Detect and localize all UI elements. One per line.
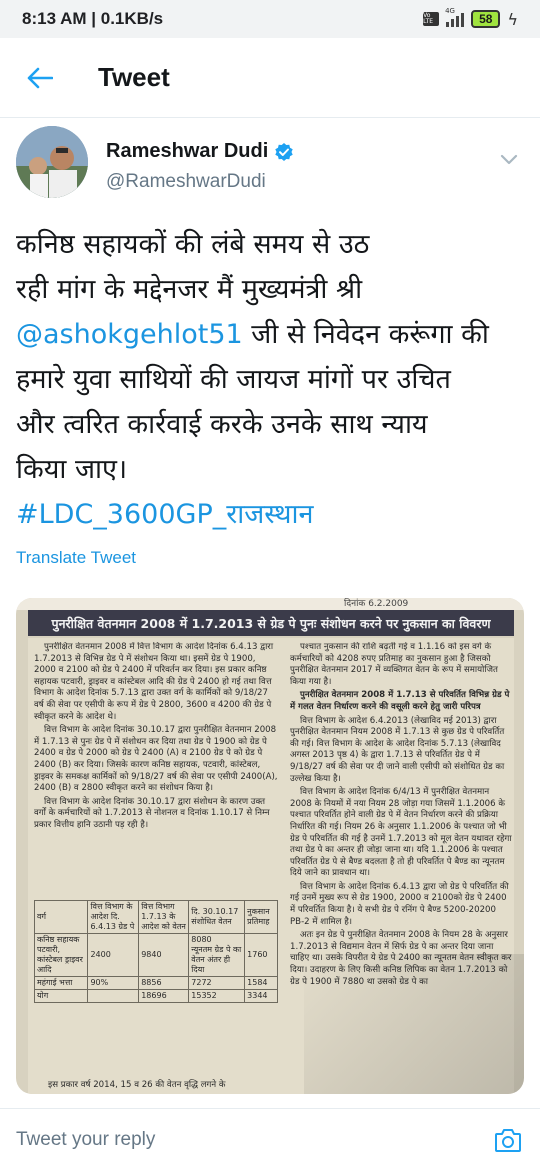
mention-link[interactable]: @ashokgehlot51: [16, 319, 243, 350]
table-cell: महंगाई भत्ता: [33, 976, 89, 990]
table-header: नुकसान प्रतिमाह: [244, 900, 278, 934]
volte-icon: Vo LTE: [423, 12, 440, 26]
newspaper-top-strip: दिनांक 6.2.2009: [16, 598, 524, 610]
hashtag-link[interactable]: #LDC_3600GP_राजस्थान: [16, 492, 528, 537]
camera-icon: [495, 1128, 521, 1152]
table-row: योग 18696 15352 3344: [33, 989, 278, 1003]
table-cell: 7272: [188, 976, 246, 990]
avatar[interactable]: [16, 126, 88, 198]
table-cell: 1760: [244, 933, 278, 977]
table-row: महंगाई भत्ता 90% 8856 7272 1584: [33, 976, 278, 990]
reply-bar: [0, 1108, 540, 1170]
camera-button[interactable]: [492, 1124, 524, 1156]
tweet-text: कनिष्ठ सहायकों की लंबे समय से उठ रही मां…: [16, 222, 528, 537]
table-cell: कनिष्ठ सहायक पटवारी, कांस्टेबल ड्राइवर आ…: [33, 933, 89, 977]
newspaper-paragraph: वित्त विभाग के आदेश दिनांक 6/4/13 में पु…: [290, 787, 512, 879]
table-cell: 3344: [244, 989, 278, 1003]
page-title: Tweet: [98, 62, 170, 92]
newspaper-paragraph: पुनरीक्षित वेतनमान 2008 में वित्त विभाग …: [34, 642, 274, 722]
table-cell: 18696: [138, 989, 190, 1003]
table-cell: 1584: [244, 976, 278, 990]
battery-level: 58: [479, 12, 493, 26]
tweet-image[interactable]: दिनांक 6.2.2009 पुनरीक्षित वेतनमान 2008 …: [16, 598, 524, 1094]
back-arrow-icon: [27, 67, 53, 88]
status-icons: Vo LTE 4G 58 ϟ: [423, 7, 518, 29]
table-cell: योग: [33, 989, 89, 1003]
tweet-line: और त्वरित कार्रवाई करके उनके साथ न्याय: [16, 409, 428, 440]
tweet-line: @ashokgehlot51 जी से निवेदन करूंगा की: [16, 312, 528, 357]
signal-icon: 4G: [445, 7, 465, 27]
table-row: कनिष्ठ सहायक पटवारी, कांस्टेबल ड्राइवर आ…: [33, 933, 278, 977]
table-cell: 15352: [188, 989, 246, 1003]
table-cell: 8856: [138, 976, 190, 990]
newspaper-paragraph: वित्त विभाग के आदेश दिनांक 30.10.17 द्वा…: [34, 725, 278, 794]
newspaper-table: वर्ग वित्त विभाग के आदेश दि. 6.4.13 ग्रे…: [33, 900, 278, 1003]
verified-badge-icon: [275, 142, 293, 161]
newspaper-headline: पुनरीक्षित वेतनमान 2008 में 1.7.2013 से …: [28, 610, 514, 636]
table-cell: [87, 989, 140, 1003]
tweet-line: हमारे युवा साथियों की जायज मांगों पर उचि…: [16, 364, 451, 395]
newspaper-body: पुनरीक्षित वेतनमान 2008 में वित्त विभाग …: [28, 638, 514, 1094]
table-row: वर्ग वित्त विभाग के आदेश दि. 6.4.13 ग्रे…: [33, 900, 278, 934]
table-cell-value: 9840: [141, 950, 162, 959]
charging-icon: ϟ: [507, 9, 518, 29]
newspaper-paragraph: वित्त विभाग के आदेश दिनांक 6.4.13 द्वारा…: [290, 881, 509, 927]
newspaper-date: दिनांक 6.2.2009: [344, 599, 409, 609]
newspaper-paragraph: अतः इन ग्रेड पे पुनरीक्षित वेतनमान 2008 …: [290, 930, 512, 987]
translate-tweet-link[interactable]: Translate Tweet: [16, 548, 136, 568]
tweet-line: रही मांग के मद्देनजर मैं मुख्यमंत्री श्र…: [16, 274, 363, 305]
tweet-line: कनिष्ठ सहायकों की लंबे समय से उठ: [16, 229, 370, 260]
table-header: वर्ग: [33, 900, 89, 934]
table-cell: 8080 न्यूनतम ग्रेड पे का वेतन अंतर ही दिय…: [188, 933, 246, 977]
table-cell-note: न्यूनतम ग्रेड पे का वेतन अंतर ही दिया: [191, 945, 242, 974]
table-header: वित्त विभाग के आदेश दि. 6.4.13 ग्रेड पे: [87, 900, 140, 934]
network-type-label: 4G: [445, 7, 455, 15]
newspaper-paragraph: पश्चात नुकसान की राशि बढ़ती गई व 1.1.16 …: [290, 642, 498, 687]
battery-icon: 58: [471, 10, 501, 28]
chevron-down-icon: [500, 154, 518, 165]
table-header: दि. 30.10.17 संशोधित वेतन: [188, 900, 246, 934]
table-cell: 2400: [87, 933, 140, 977]
status-time-network: 8:13 AM | 0.1KB/s: [22, 9, 164, 28]
tweet-author: Rameshwar Dudi @RameshwarDudi: [16, 126, 524, 206]
table-cell: 9840: [138, 933, 190, 977]
avatar-image: [16, 126, 88, 198]
table-cell-value: 8080: [191, 935, 212, 944]
author-handle[interactable]: @RameshwarDudi: [106, 171, 294, 193]
newspaper-right-column: पश्चात नुकसान की राशि बढ़ती गई व 1.1.16 …: [290, 642, 512, 1090]
tweet-menu-button[interactable]: [498, 148, 520, 170]
tweet-line-rest: जी से निवेदन करूंगा की: [242, 319, 489, 350]
table-header: वित्त विभाग 1.7.13 के आदेश को वेतन: [138, 900, 190, 934]
newspaper-paragraph: वित्त विभाग के आदेश 6.4.2013 (लेखाविद मई…: [290, 715, 505, 784]
newspaper-subheading: पुनरीक्षित वेतनमान 2008 में 1.7.13 से पर…: [290, 690, 510, 712]
newspaper-paragraph: वित्त विभाग के आदेश दिनांक 30.10.17 द्वा…: [34, 796, 270, 830]
back-button[interactable]: [0, 38, 80, 118]
table-cell: 90%: [87, 976, 140, 990]
author-name[interactable]: Rameshwar Dudi: [106, 140, 268, 163]
tweet-header: Tweet: [0, 38, 540, 118]
reply-input[interactable]: [16, 1128, 492, 1151]
newspaper-left-column: पुनरीक्षित वेतनमान 2008 में वित्त विभाग …: [34, 642, 278, 896]
tweet-line: किया जाए।: [16, 454, 128, 485]
status-bar: 8:13 AM | 0.1KB/s Vo LTE 4G 58 ϟ: [0, 0, 540, 38]
newspaper-footer-line: इस प्रकार वर्ष 2014, 15 व 26 की वेतन वृद…: [48, 1080, 226, 1090]
